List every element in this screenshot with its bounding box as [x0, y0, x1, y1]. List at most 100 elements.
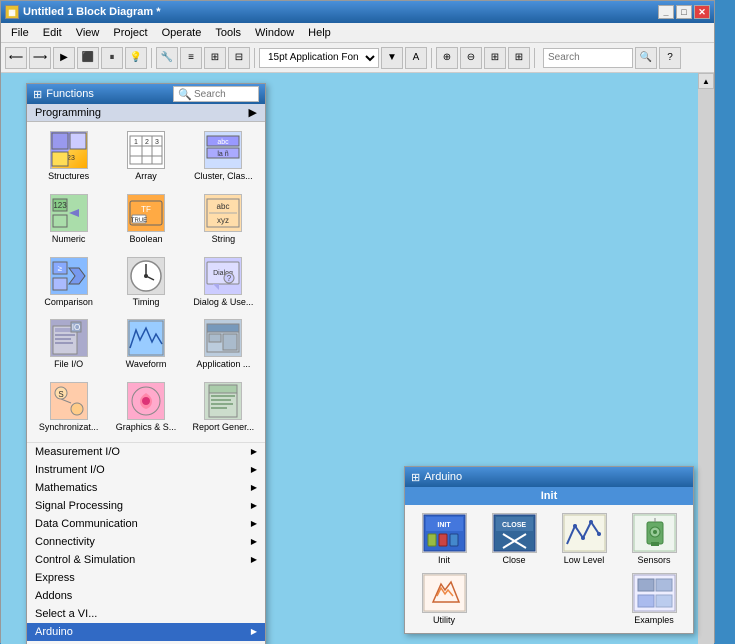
dialog-label: Dialog & Use...: [193, 297, 253, 308]
submenu-addons[interactable]: Addons: [27, 587, 265, 605]
submenu-connectivity-arrow: ▶: [251, 537, 257, 546]
maximize-button[interactable]: □: [676, 5, 692, 19]
func-waveform[interactable]: Waveform: [108, 314, 183, 375]
submenu-select-vi[interactable]: Select a VI...: [27, 605, 265, 623]
submenu-signal[interactable]: Signal Processing ▶: [27, 497, 265, 515]
toolbar-forward-btn[interactable]: ⟶: [29, 47, 51, 69]
comparison-label: Comparison: [44, 297, 93, 308]
array-label: Array: [135, 171, 157, 182]
toolbar-back-btn[interactable]: ⟵: [5, 47, 27, 69]
submenu-data-comm-arrow: ▶: [251, 519, 257, 528]
arduino-utility[interactable]: Utility: [411, 571, 477, 627]
func-cluster[interactable]: abcla ñ Cluster, Clas...: [186, 126, 261, 187]
submenu-connectivity[interactable]: Connectivity ▶: [27, 533, 265, 551]
main-scrollbar[interactable]: ▲: [698, 73, 714, 644]
submenu-control-arrow: ▶: [251, 555, 257, 564]
functions-search-area[interactable]: 🔍: [173, 86, 259, 102]
toolbar-reorder-btn[interactable]: ≡: [180, 47, 202, 69]
menu-edit[interactable]: Edit: [37, 25, 68, 41]
func-comparison[interactable]: ≥ Comparison: [31, 252, 106, 313]
submenu-arduino[interactable]: Arduino ▶: [27, 623, 265, 641]
menu-view[interactable]: View: [70, 25, 106, 41]
arduino-low-level[interactable]: Low Level: [551, 511, 617, 567]
cluster-icon: abc la ñ: [204, 131, 242, 169]
arduino-close[interactable]: CLOSE Close: [481, 511, 547, 567]
main-window: ▦ Untitled 1 Block Diagram * _ □ ✕ File …: [0, 0, 715, 643]
func-graphics[interactable]: Graphics & S...: [108, 377, 183, 438]
toolbar-clean-btn[interactable]: 🔧: [156, 47, 178, 69]
arduino-grid: INIT Init CLOSE Close Low Level: [405, 505, 693, 633]
toolbar-light-btn[interactable]: 💡: [125, 47, 147, 69]
toolbar-pause-btn[interactable]: ⏸: [101, 47, 123, 69]
toolbar-snap-btn[interactable]: ⊞: [484, 47, 506, 69]
arduino-init-icon: INIT: [422, 513, 467, 553]
dialog-icon: Dialog?: [204, 257, 242, 295]
svg-text:abc: abc: [218, 139, 230, 146]
arduino-sensors[interactable]: Sensors: [621, 511, 687, 567]
toolbar-align-btn[interactable]: ⊞: [204, 47, 226, 69]
toolbar-grid-btn[interactable]: ⊞: [508, 47, 530, 69]
scroll-up-btn[interactable]: ▲: [698, 73, 714, 89]
toolbar-distribute-btn[interactable]: ⊟: [228, 47, 250, 69]
submenu-express[interactable]: Express: [27, 569, 265, 587]
arduino-utility-icon: [422, 573, 467, 613]
func-string[interactable]: abcxyz String: [186, 189, 261, 250]
waveform-label: Waveform: [126, 359, 167, 370]
numeric-icon: 123: [50, 194, 88, 232]
programming-bar: Programming ▶: [27, 104, 265, 122]
func-array[interactable]: 123 Array: [108, 126, 183, 187]
functions-icon: ⊞: [33, 88, 42, 101]
toolbar-sep4: [534, 48, 535, 68]
svg-text:123: 123: [53, 201, 67, 210]
toolbar-font-btn2[interactable]: A: [405, 47, 427, 69]
func-dialog[interactable]: Dialog? Dialog & Use...: [186, 252, 261, 313]
font-select[interactable]: 15pt Application Font: [259, 48, 379, 68]
menu-file[interactable]: File: [5, 25, 35, 41]
menu-help[interactable]: Help: [302, 25, 337, 41]
toolbar-run-btn[interactable]: ▶: [53, 47, 75, 69]
toolbar-zoom-btn2[interactable]: ⊖: [460, 47, 482, 69]
search-icon-btn[interactable]: 🔍: [635, 47, 657, 69]
submenu-control[interactable]: Control & Simulation ▶: [27, 551, 265, 569]
toolbar: ⟵ ⟶ ▶ ⬛ ⏸ 💡 🔧 ≡ ⊞ ⊟ 15pt Application Fon…: [1, 43, 714, 73]
func-sync[interactable]: S Synchronizat...: [31, 377, 106, 438]
arduino-sensors-icon: [632, 513, 677, 553]
submenu-data-comm[interactable]: Data Communication ▶: [27, 515, 265, 533]
arduino-init[interactable]: INIT Init: [411, 511, 477, 567]
arduino-utility-label: Utility: [433, 615, 455, 625]
func-application[interactable]: Application ...: [186, 314, 261, 375]
close-button[interactable]: ✕: [694, 5, 710, 19]
search-input[interactable]: [543, 48, 633, 68]
submenu-instrument[interactable]: Instrument I/O ▶: [27, 461, 265, 479]
svg-text:la ñ: la ñ: [218, 151, 229, 158]
arduino-examples[interactable]: Examples: [621, 571, 687, 627]
submenu-measurement[interactable]: Measurement I/O ▶: [27, 443, 265, 461]
report-label: Report Gener...: [193, 422, 255, 433]
boolean-label: Boolean: [129, 234, 162, 245]
func-timing[interactable]: Timing: [108, 252, 183, 313]
func-report[interactable]: Report Gener...: [186, 377, 261, 438]
func-numeric[interactable]: 123 Numeric: [31, 189, 106, 250]
help-btn[interactable]: ?: [659, 47, 681, 69]
func-fileio[interactable]: IO File I/O: [31, 314, 106, 375]
app-icon: ▦: [5, 5, 19, 19]
svg-text:INIT: INIT: [437, 522, 451, 529]
content-area: ▲ ⊞ Functions 🔍 Programming ▶: [1, 73, 714, 644]
functions-search-input[interactable]: [194, 89, 254, 100]
waveform-icon: [127, 319, 165, 357]
toolbar-stop-btn[interactable]: ⬛: [77, 47, 99, 69]
toolbar-zoom-btn[interactable]: ⊕: [436, 47, 458, 69]
submenu-mathematics[interactable]: Mathematics ▶: [27, 479, 265, 497]
timing-icon: [127, 257, 165, 295]
func-structures[interactable]: 123 Structures: [31, 126, 106, 187]
menu-project[interactable]: Project: [107, 25, 153, 41]
array-icon: 123: [127, 131, 165, 169]
toolbar-font-down[interactable]: ▼: [381, 47, 403, 69]
menu-operate[interactable]: Operate: [156, 25, 208, 41]
menu-window[interactable]: Window: [249, 25, 300, 41]
minimize-button[interactable]: _: [658, 5, 674, 19]
svg-text:TF: TF: [141, 205, 151, 214]
menu-tools[interactable]: Tools: [209, 25, 247, 41]
func-boolean[interactable]: TFTRUE Boolean: [108, 189, 183, 250]
arduino-header-title: Arduino: [424, 471, 462, 483]
